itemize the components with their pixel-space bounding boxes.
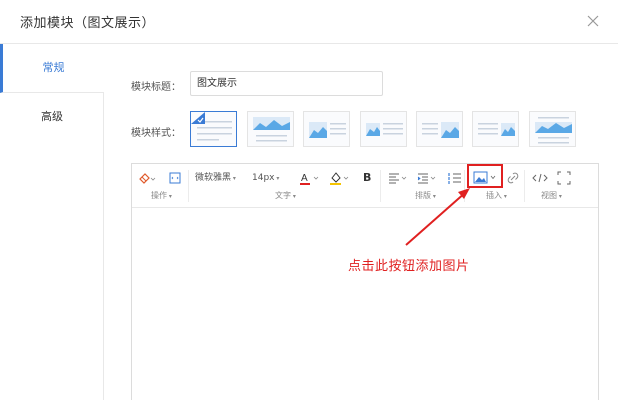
toolbar-divider: [188, 170, 189, 202]
toolbar-divider: [464, 170, 465, 202]
style-option-image-right-small[interactable]: [472, 111, 519, 147]
svg-text:A: A: [301, 173, 308, 184]
font-color-icon[interactable]: A: [300, 170, 322, 186]
align-icon[interactable]: [388, 170, 410, 186]
bold-button[interactable]: B: [363, 170, 371, 186]
style-option-text-only[interactable]: [190, 111, 237, 147]
group-insert[interactable]: 插入 ▾: [486, 190, 507, 201]
toolbar-divider: [524, 170, 525, 202]
fullscreen-icon[interactable]: [556, 170, 572, 186]
group-text[interactable]: 文字 ▾: [275, 190, 296, 201]
annotation-text: 点击此按钮添加图片: [348, 259, 470, 274]
font-size-value: 14px: [252, 173, 275, 183]
group-view[interactable]: 视图 ▾: [541, 190, 562, 201]
module-title-label: 模块标题：: [131, 82, 181, 93]
style-option-image-right[interactable]: [416, 111, 463, 147]
group-text-label: 文字: [275, 191, 291, 200]
font-family-select[interactable]: 微软雅黑 ▾: [195, 170, 236, 186]
selected-check-icon: [191, 112, 205, 124]
rich-text-editor[interactable]: 操作 ▾ 微软雅黑 ▾ 14px ▾ A B 文字 ▾ 排版 ▾ 插入 ▾ 视图…: [131, 163, 599, 400]
source-code-file-icon[interactable]: [168, 170, 182, 186]
sidebar: 常规 高级: [0, 44, 104, 400]
group-layout-label: 排版: [415, 191, 431, 200]
group-layout[interactable]: 排版 ▾: [415, 190, 436, 201]
module-title-input[interactable]: 图文展示: [190, 71, 383, 96]
style-option-image-middle[interactable]: [529, 111, 576, 147]
group-operate-label: 操作: [151, 191, 167, 200]
toolbar-divider: [380, 170, 381, 202]
style-option-image-top[interactable]: [247, 111, 294, 147]
highlight-color-icon[interactable]: [330, 170, 352, 186]
module-style-label: 模块样式：: [131, 128, 181, 139]
style-option-image-left[interactable]: [303, 111, 350, 147]
group-view-label: 视图: [541, 191, 557, 200]
group-insert-label: 插入: [486, 191, 502, 200]
style-option-image-left-small[interactable]: [360, 111, 407, 147]
font-size-select[interactable]: 14px ▾: [252, 170, 279, 186]
tab-general[interactable]: 常规: [0, 44, 104, 93]
link-icon[interactable]: [505, 170, 521, 186]
dialog-header: 添加模块（图文展示）: [0, 0, 618, 44]
image-button-highlight-box: [467, 164, 503, 188]
code-view-icon[interactable]: [531, 170, 549, 186]
editor-toolbar: 操作 ▾ 微软雅黑 ▾ 14px ▾ A B 文字 ▾ 排版 ▾ 插入 ▾ 视图…: [132, 164, 598, 208]
font-family-value: 微软雅黑: [195, 173, 232, 183]
tab-advanced[interactable]: 高级: [0, 93, 104, 143]
indent-icon[interactable]: [417, 170, 439, 186]
eraser-icon[interactable]: [138, 170, 156, 186]
close-icon[interactable]: [584, 12, 602, 30]
list-icon[interactable]: [448, 170, 462, 186]
dialog-title: 添加模块（图文展示）: [20, 16, 156, 31]
group-operate[interactable]: 操作 ▾: [151, 190, 172, 201]
